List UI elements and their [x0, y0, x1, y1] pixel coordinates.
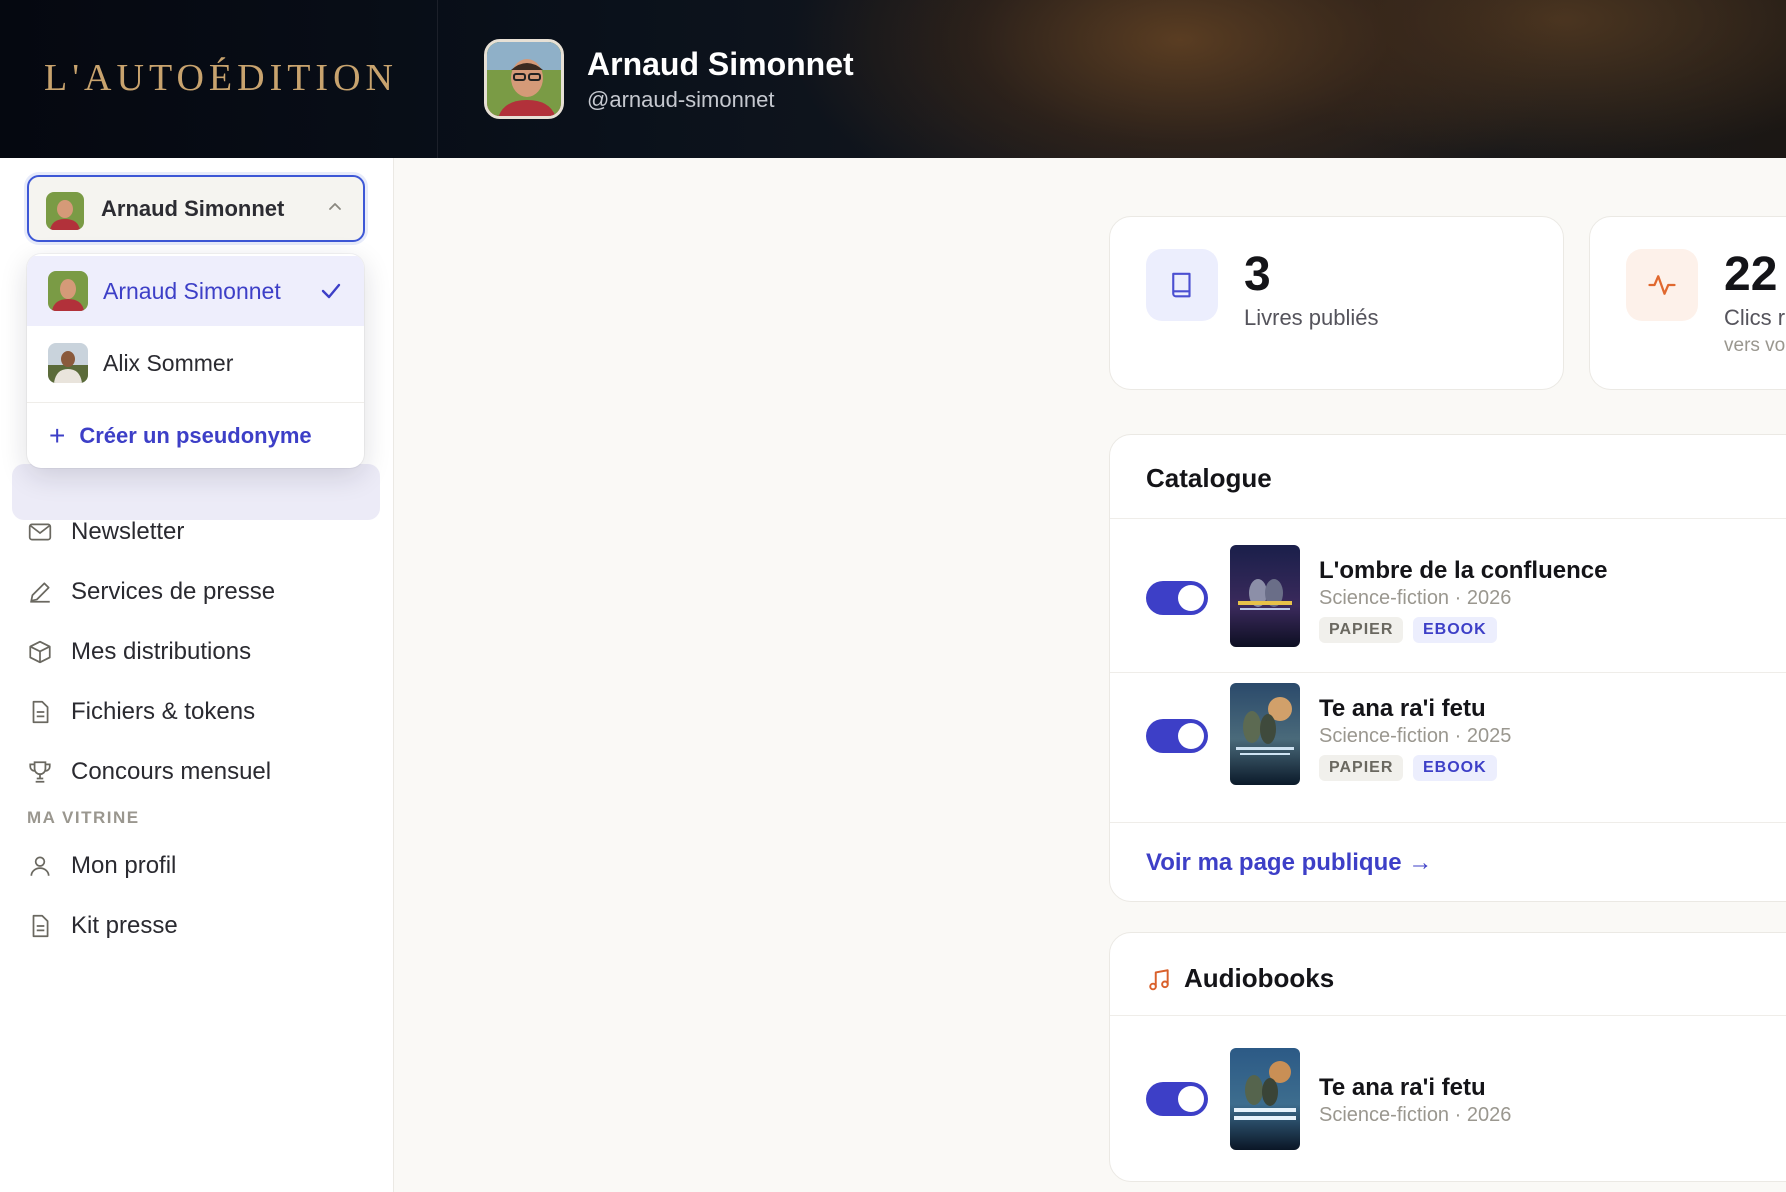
sidebar-item-label: Fichiers & tokens	[71, 698, 256, 725]
brand-logo[interactable]: L'AUTOÉDITION	[44, 56, 398, 100]
audiobook-cover[interactable]	[1230, 1048, 1300, 1150]
music-note-icon	[1149, 969, 1169, 991]
pen-icon	[30, 582, 50, 603]
user-icon	[30, 856, 50, 876]
format-tag-ebook: EBOOK	[1413, 755, 1497, 781]
switcher-current-name: Arnaud Simonnet	[101, 196, 285, 221]
book-row: Te ana ra'i fetu Science-fiction · 2025 …	[1110, 683, 1786, 803]
pseudonym-option-arnaud[interactable]: Arnaud Simonnet	[27, 256, 364, 326]
create-pseudonym-button[interactable]: + Créer un pseudonyme	[27, 404, 364, 468]
format-tag-ebook: EBOOK	[1413, 617, 1497, 643]
file-icon	[32, 914, 49, 938]
stat-card-clicks: 22 Clics r vers vo	[1589, 216, 1786, 390]
sidebar-item-label: Mon profil	[71, 852, 177, 879]
mail-icon	[28, 523, 52, 541]
stat-card-books: 3 Livres publiés	[1109, 216, 1564, 390]
stat-label: Livres publiés	[1244, 305, 1379, 330]
section-label-vitrine: MA VITRINE	[27, 808, 140, 827]
view-public-page-link[interactable]: Voir ma page publique →	[1146, 849, 1432, 877]
audiobook-meta: Science-fiction · 2026	[1319, 1104, 1512, 1126]
book-cover[interactable]	[1230, 545, 1300, 647]
sidebar-item-fichiers-tokens[interactable]: Fichiers & tokens	[27, 692, 367, 732]
sidebar-item-newsletter[interactable]: Newsletter	[27, 512, 367, 552]
book-meta: Science-fiction · 2025	[1319, 725, 1512, 747]
profile-avatar	[484, 39, 564, 119]
dropdown-divider	[27, 402, 364, 403]
book-cover[interactable]	[1230, 683, 1300, 785]
trophy-icon	[29, 761, 51, 783]
stat-sublabel: vers vo	[1724, 335, 1786, 356]
sidebar-item-concours[interactable]: Concours mensuel	[27, 752, 367, 792]
audiobooks-card: Audiobooks Te ana ra'i fetu Science-fict…	[1109, 932, 1786, 1182]
divider	[1110, 672, 1786, 673]
format-tag-paper: PAPIER	[1319, 617, 1404, 643]
top-header: L'AUTOÉDITION Arnaud Simonnet @arnaud-si…	[0, 0, 1786, 158]
book-visibility-toggle[interactable]	[1146, 719, 1208, 753]
profile-handle: @arnaud-simonnet	[587, 87, 775, 112]
sidebar-item-kit-presse[interactable]: Kit presse	[27, 906, 367, 946]
plus-icon: +	[49, 420, 66, 451]
switcher-avatar	[46, 192, 84, 230]
profile-name: Arnaud Simonnet	[587, 46, 854, 82]
sidebar-item-distributions[interactable]: Mes distributions	[27, 632, 367, 672]
divider	[1110, 1015, 1786, 1016]
sidebar-item-label: Services de presse	[71, 578, 276, 605]
catalogue-title: Catalogue	[1146, 463, 1272, 493]
stat-label: Clics r	[1724, 305, 1786, 330]
avatar	[48, 343, 88, 383]
stat-value: 22	[1724, 248, 1778, 301]
pseudonym-dropdown: Arnaud Simonnet Alix Sommer + Créer un p…	[27, 254, 364, 468]
book-row: L'ombre de la confluence Science-fiction…	[1110, 545, 1786, 665]
sidebar-item-services-presse[interactable]: Services de presse	[27, 572, 367, 612]
avatar	[48, 271, 88, 311]
file-icon	[32, 700, 49, 724]
pseudonym-option-alix[interactable]: Alix Sommer	[27, 328, 364, 398]
sidebar-item-label: Concours mensuel	[71, 758, 272, 785]
activity-icon	[1626, 249, 1698, 321]
pseudonym-name: Alix Sommer	[103, 349, 234, 376]
divider	[1110, 822, 1786, 823]
audiobook-title[interactable]: Te ana ra'i fetu	[1319, 1074, 1486, 1102]
check-icon	[321, 283, 341, 299]
stat-value: 3	[1244, 248, 1271, 301]
divider	[1110, 518, 1786, 519]
audiobook-row: Te ana ra'i fetu Science-fiction · 2026	[1110, 1048, 1786, 1168]
sidebar-item-label: Mes distributions	[71, 638, 252, 665]
format-tag-paper: PAPIER	[1319, 755, 1404, 781]
book-icon	[1146, 249, 1218, 321]
chevron-up-icon	[329, 203, 341, 210]
box-icon	[29, 640, 51, 664]
book-visibility-toggle[interactable]	[1146, 581, 1208, 615]
logo-area: L'AUTOÉDITION	[0, 0, 438, 158]
pseudonym-name: Arnaud Simonnet	[103, 277, 281, 304]
sidebar-item-mon-profil[interactable]: Mon profil	[27, 846, 367, 886]
book-title[interactable]: L'ombre de la confluence	[1319, 557, 1607, 585]
book-title[interactable]: Te ana ra'i fetu	[1319, 695, 1486, 723]
pseudonym-switcher[interactable]: Arnaud Simonnet	[27, 175, 365, 242]
audiobooks-title: Audiobooks	[1184, 963, 1335, 993]
catalogue-card: Catalogue L'ombre de la confluence Scien…	[1109, 434, 1786, 902]
sidebar-item-label: Newsletter	[71, 518, 185, 545]
audiobook-visibility-toggle[interactable]	[1146, 1082, 1208, 1116]
sidebar-item-label: Kit presse	[71, 912, 178, 939]
book-meta: Science-fiction · 2026	[1319, 587, 1512, 609]
create-pseudonym-label: Créer un pseudonyme	[79, 423, 312, 448]
